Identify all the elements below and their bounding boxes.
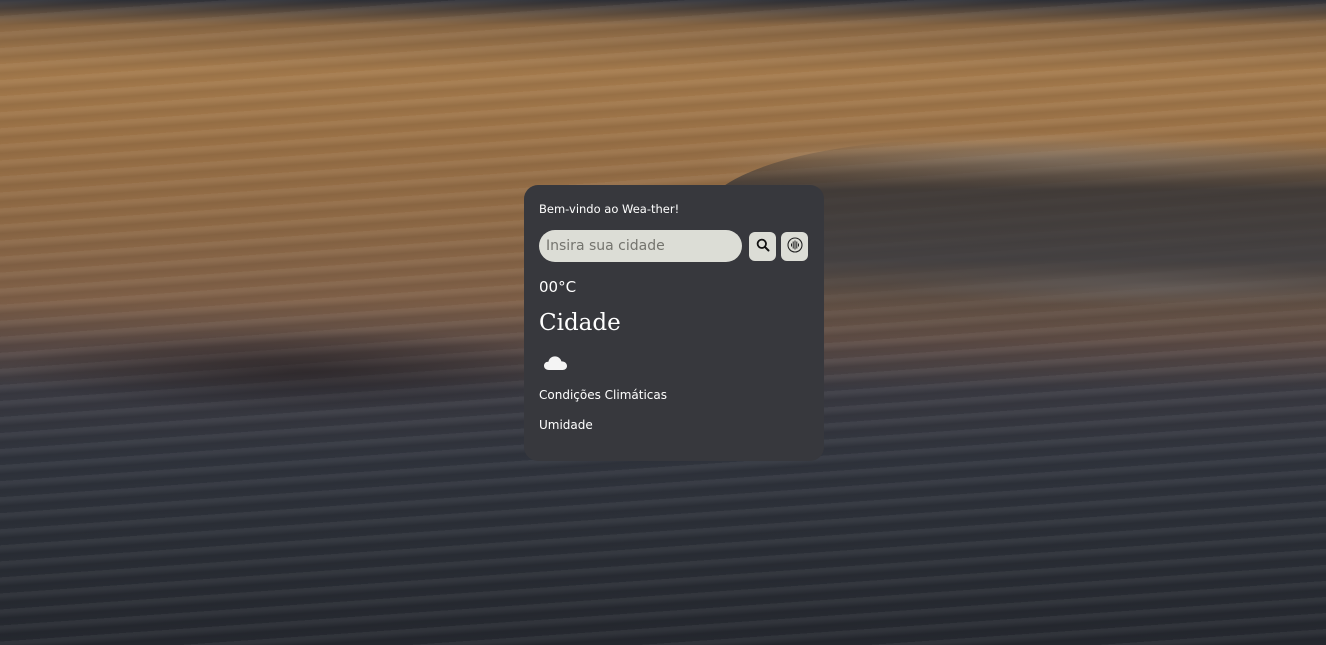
- city-name: Cidade: [539, 310, 621, 336]
- weather-conditions: Condições Climáticas: [539, 388, 667, 402]
- search-bar: [539, 230, 809, 262]
- city-search-input[interactable]: [539, 230, 742, 262]
- cloud-icon: [543, 354, 569, 372]
- search-button[interactable]: [749, 232, 776, 261]
- weather-card: Bem-vindo ao Wea-ther! Insira sua cidade…: [524, 185, 824, 461]
- voice-waveform-icon: [786, 237, 803, 256]
- welcome-title: Bem-vindo ao Wea-ther!: [539, 202, 680, 216]
- voice-search-button[interactable]: [781, 232, 808, 261]
- temperature-value: 00°C: [539, 278, 577, 296]
- humidity-label: Umidade: [539, 418, 593, 432]
- search-icon: [756, 238, 770, 255]
